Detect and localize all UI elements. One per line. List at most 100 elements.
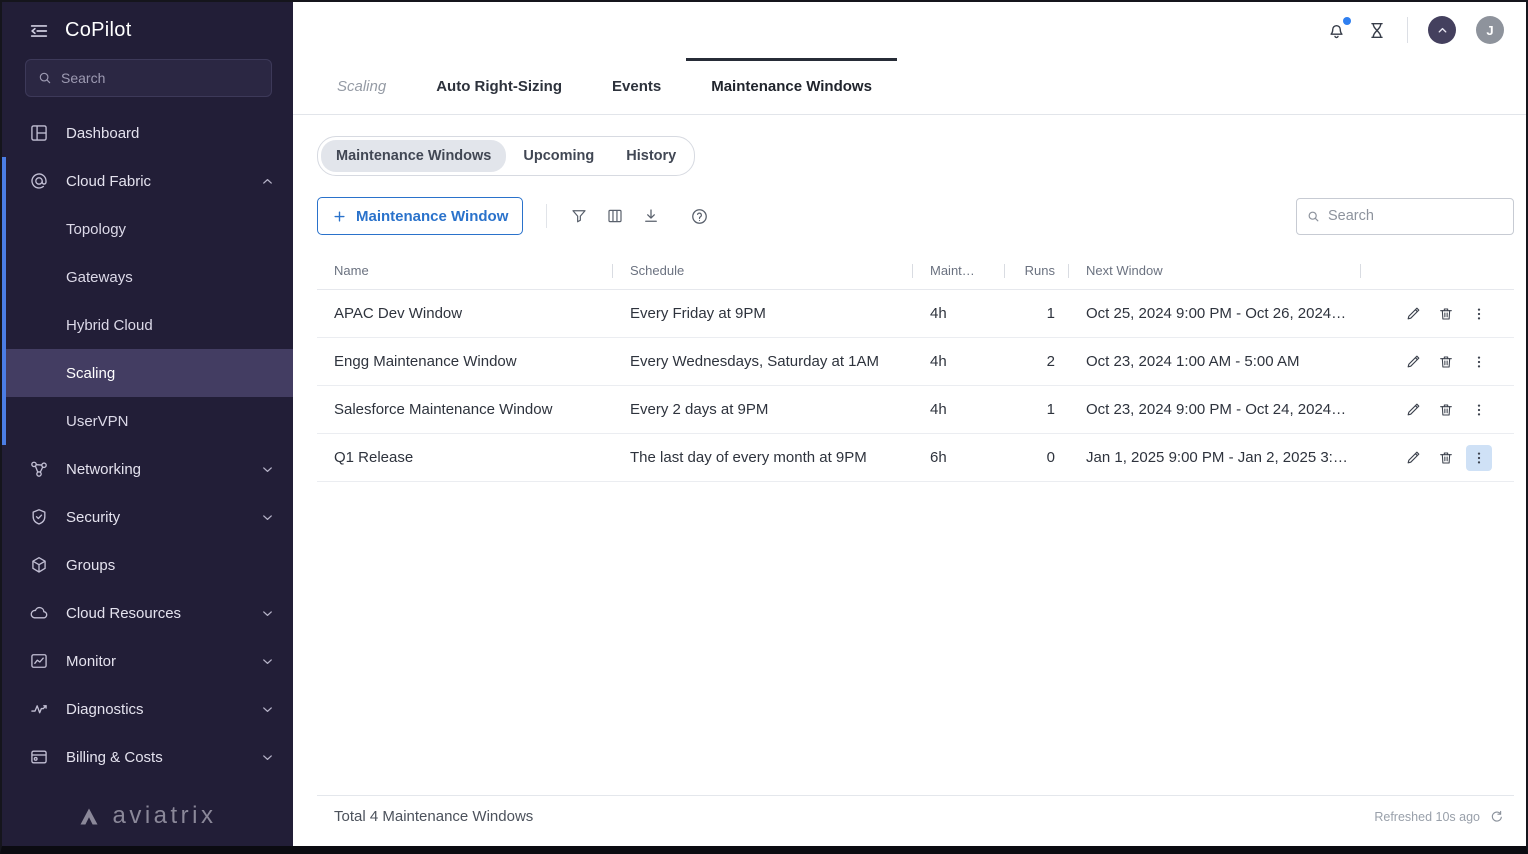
sidebar-item-dashboard[interactable]: Dashboard xyxy=(2,109,293,157)
sidebar-search[interactable] xyxy=(25,59,272,97)
cell-name: APAC Dev Window xyxy=(317,305,613,322)
sidebar-item-label: Cloud Resources xyxy=(66,605,181,622)
cell-schedule: Every 2 days at 9PM xyxy=(613,401,913,418)
more-options-icon[interactable] xyxy=(1466,349,1492,375)
cell-actions xyxy=(1361,397,1514,423)
delete-icon[interactable] xyxy=(1433,397,1459,423)
cell-next-window: Oct 23, 2024 9:00 PM - Oct 24, 2024… xyxy=(1069,401,1361,418)
sidebar-item-security[interactable]: Security xyxy=(2,493,293,541)
dashboard-icon xyxy=(29,123,50,143)
subtab-maintenance-windows[interactable]: Maintenance Windows xyxy=(321,140,506,172)
edit-icon[interactable] xyxy=(1400,301,1426,327)
user-avatar[interactable]: J xyxy=(1476,16,1504,44)
cell-schedule: Every Wednesdays, Saturday at 1AM xyxy=(613,353,913,370)
maintenance-windows-table: Name Schedule Maint… Runs Next Window AP… xyxy=(317,252,1514,837)
cell-next-window: Jan 1, 2025 9:00 PM - Jan 2, 2025 3:… xyxy=(1069,449,1361,466)
cell-actions xyxy=(1361,445,1514,471)
table-search[interactable] xyxy=(1296,198,1514,235)
sidebar-item-label: Diagnostics xyxy=(66,701,144,718)
chevron-down-icon xyxy=(260,654,275,669)
plus-icon xyxy=(332,209,347,224)
sidebar-item-gateways[interactable]: Gateways xyxy=(2,253,293,301)
filter-icon[interactable] xyxy=(561,199,597,233)
chevron-down-icon xyxy=(260,510,275,525)
cell-runs: 1 xyxy=(1005,401,1069,418)
edit-icon[interactable] xyxy=(1400,349,1426,375)
cube-icon xyxy=(29,555,50,575)
sidebar-item-topology[interactable]: Topology xyxy=(2,205,293,253)
refresh-icon[interactable] xyxy=(1489,809,1504,824)
more-options-icon[interactable] xyxy=(1466,397,1492,423)
hourglass-icon[interactable] xyxy=(1367,20,1387,41)
help-icon[interactable] xyxy=(681,199,717,233)
menu-collapse-icon[interactable] xyxy=(28,20,50,42)
add-button-label: Maintenance Window xyxy=(356,208,508,225)
sidebar-item-label: Monitor xyxy=(66,653,116,670)
column-header-runs[interactable]: Runs xyxy=(1005,252,1069,289)
sidebar-item-label: Gateways xyxy=(66,269,133,286)
table-search-input[interactable] xyxy=(1328,208,1503,224)
tab-auto-right-sizing[interactable]: Auto Right-Sizing xyxy=(411,58,587,114)
chevron-down-icon xyxy=(260,462,275,477)
subtab-group: Maintenance Windows Upcoming History xyxy=(317,136,695,176)
search-icon xyxy=(1307,210,1320,223)
column-header-next-window[interactable]: Next Window xyxy=(1069,252,1361,289)
edit-icon[interactable] xyxy=(1400,397,1426,423)
sidebar-item-scaling[interactable]: Scaling xyxy=(2,349,293,397)
sidebar-item-monitor[interactable]: Monitor xyxy=(2,637,293,685)
sidebar-search-input[interactable] xyxy=(61,70,259,86)
more-options-icon[interactable] xyxy=(1466,445,1492,471)
cell-maintenance: 6h xyxy=(913,449,1005,466)
cell-runs: 2 xyxy=(1005,353,1069,370)
column-header-maintenance[interactable]: Maint… xyxy=(913,252,1005,289)
edit-icon[interactable] xyxy=(1400,445,1426,471)
add-maintenance-window-button[interactable]: Maintenance Window xyxy=(317,197,523,235)
table-header: Name Schedule Maint… Runs Next Window xyxy=(317,252,1514,290)
sidebar-item-label: Topology xyxy=(66,221,126,238)
cloud-icon xyxy=(29,603,50,623)
aviatrix-logo: aviatrix xyxy=(2,790,293,846)
delete-icon[interactable] xyxy=(1433,349,1459,375)
more-options-icon[interactable] xyxy=(1466,301,1492,327)
notification-dot xyxy=(1343,17,1351,25)
chevron-up-icon xyxy=(260,174,275,189)
notifications-bell-icon[interactable] xyxy=(1326,20,1347,41)
main-area: J Scaling Auto Right-Sizing Events Maint… xyxy=(293,2,1526,846)
delete-icon[interactable] xyxy=(1433,301,1459,327)
columns-icon[interactable] xyxy=(597,199,633,233)
table-row: Salesforce Maintenance Window Every 2 da… xyxy=(317,386,1514,434)
billing-icon xyxy=(29,747,50,767)
cell-next-window: Oct 25, 2024 9:00 PM - Oct 26, 2024… xyxy=(1069,305,1361,322)
tab-scaling[interactable]: Scaling xyxy=(312,58,411,114)
column-header-schedule[interactable]: Schedule xyxy=(613,252,913,289)
sidebar-item-diagnostics[interactable]: Diagnostics xyxy=(2,685,293,733)
content: Maintenance Windows Upcoming History Mai… xyxy=(293,115,1526,846)
sidebar-item-uservpn[interactable]: UserVPN xyxy=(2,397,293,445)
sidebar-item-cloud-fabric[interactable]: Cloud Fabric xyxy=(2,157,293,205)
column-header-name[interactable]: Name xyxy=(317,252,613,289)
chevron-down-icon xyxy=(260,702,275,717)
sidebar-item-networking[interactable]: Networking xyxy=(2,445,293,493)
tab-maintenance-windows[interactable]: Maintenance Windows xyxy=(686,58,897,114)
sidebar-item-hybrid-cloud[interactable]: Hybrid Cloud xyxy=(2,301,293,349)
sidebar-item-label: Groups xyxy=(66,557,115,574)
cell-maintenance: 4h xyxy=(913,401,1005,418)
download-icon[interactable] xyxy=(633,199,669,233)
sidebar-item-billing-costs[interactable]: Billing & Costs xyxy=(2,733,293,781)
table-row: Engg Maintenance Window Every Wednesdays… xyxy=(317,338,1514,386)
page-tabs: Scaling Auto Right-Sizing Events Mainten… xyxy=(293,58,1526,115)
aviatrix-logo-text: aviatrix xyxy=(112,802,216,830)
sidebar-item-label: Scaling xyxy=(66,365,115,382)
delete-icon[interactable] xyxy=(1433,445,1459,471)
subtab-upcoming[interactable]: Upcoming xyxy=(508,140,609,172)
cloud-fabric-icon xyxy=(29,171,50,191)
sidebar-item-groups[interactable]: Groups xyxy=(2,541,293,589)
sidebar-item-cloud-resources[interactable]: Cloud Resources xyxy=(2,589,293,637)
subtab-history[interactable]: History xyxy=(611,140,691,172)
app-title: CoPilot xyxy=(65,19,132,42)
chevron-down-icon xyxy=(260,750,275,765)
tab-events[interactable]: Events xyxy=(587,58,686,114)
copilot-app: CoPilot Dashboard xyxy=(0,0,1528,854)
up-arrow-button[interactable] xyxy=(1428,16,1456,44)
sidebar-group-cloud-fabric: Cloud Fabric Topology Gateways Hybrid Cl… xyxy=(2,157,293,445)
